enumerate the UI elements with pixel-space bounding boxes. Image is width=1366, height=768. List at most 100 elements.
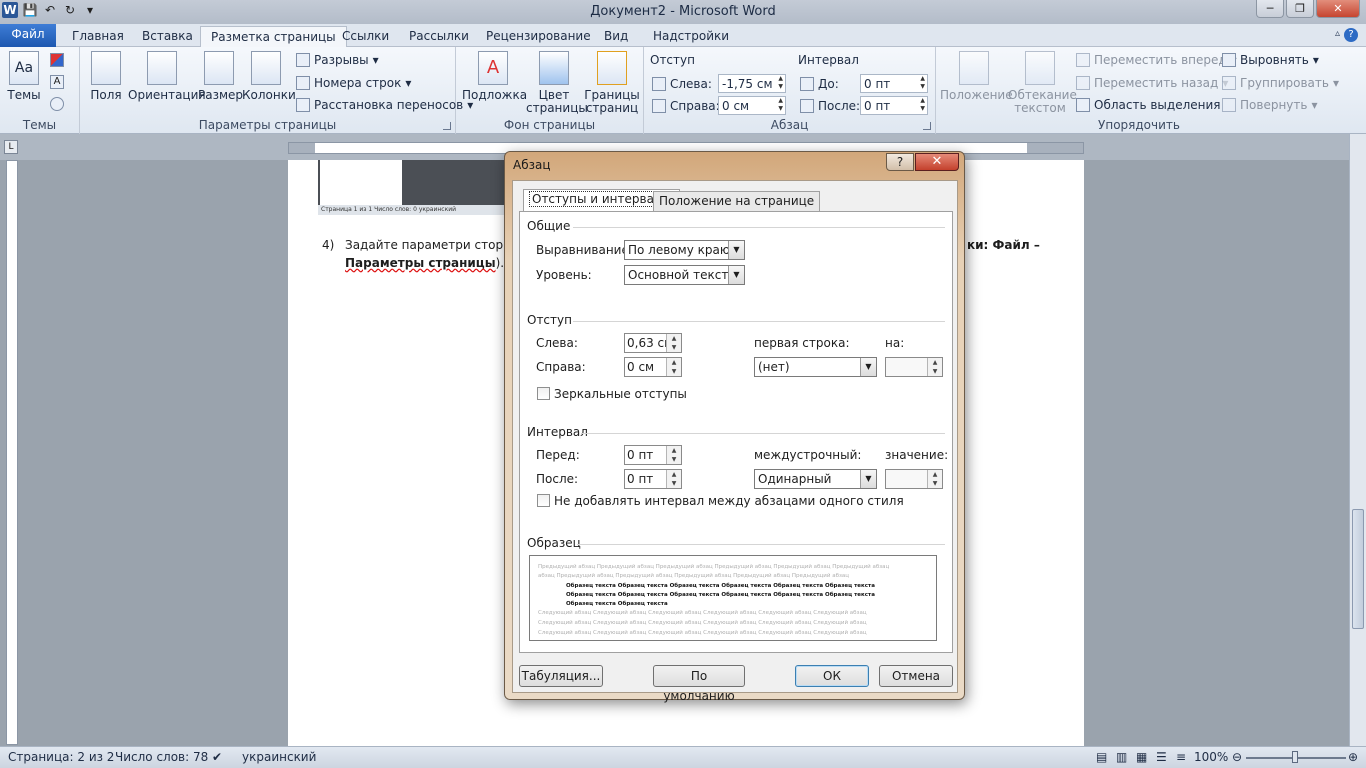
full-screen-reading-icon[interactable]: ▥: [1116, 750, 1127, 764]
word-count[interactable]: Число слов: 78: [115, 750, 208, 764]
mirror-indents-label: Зеркальные отступы: [554, 387, 687, 401]
hyphenation-button[interactable]: Расстановка переносов ▾: [296, 98, 473, 112]
spinner-icon: ▲ ▼: [666, 358, 681, 376]
spacing-after-label: После:: [536, 472, 579, 486]
theme-colors-icon[interactable]: [50, 53, 64, 67]
cancel-button[interactable]: Отмена: [879, 665, 953, 687]
tab-addins[interactable]: Надстройки: [643, 26, 739, 47]
page-setup-launcher-icon[interactable]: [443, 122, 451, 130]
zoom-slider-thumb[interactable]: [1292, 751, 1298, 763]
send-backward-button[interactable]: Переместить назад▾: [1076, 76, 1228, 90]
close-button[interactable]: ✕: [1316, 0, 1360, 18]
page-borders-button[interactable]: Границы страниц: [584, 51, 640, 115]
help-icon[interactable]: ?: [1344, 28, 1358, 42]
maximize-button[interactable]: ❐: [1286, 0, 1314, 18]
margins-button[interactable]: Поля: [88, 51, 124, 102]
page-color-icon: [539, 51, 569, 85]
selection-pane-button[interactable]: Область выделения: [1076, 98, 1221, 112]
zoom-in-icon[interactable]: ⊕: [1348, 750, 1358, 764]
tab-references[interactable]: Ссылки: [332, 26, 399, 47]
alignment-select[interactable]: По левому краю ▼: [624, 240, 745, 260]
tabs-button[interactable]: Табуляция...: [519, 665, 603, 687]
level-select[interactable]: Основной текст ▼: [624, 265, 745, 285]
columns-button[interactable]: Колонки: [242, 51, 296, 102]
indent-right-input[interactable]: 0 см ▲ ▼: [624, 357, 682, 377]
margins-icon: [91, 51, 121, 85]
rotate-button[interactable]: Повернуть ▾: [1222, 98, 1317, 112]
group-themes: Aa Темы A Темы: [0, 47, 80, 134]
line-spacing-select[interactable]: Одинарный ▼: [754, 469, 877, 489]
first-line-select[interactable]: (нет) ▼: [754, 357, 877, 377]
web-layout-icon[interactable]: ▦: [1136, 750, 1147, 764]
tab-file[interactable]: Файл: [0, 24, 56, 47]
tab-mailings[interactable]: Рассылки: [399, 26, 479, 47]
bring-forward-button[interactable]: Переместить вперед▾: [1076, 53, 1237, 67]
watermark-button[interactable]: A Подложка: [462, 51, 527, 102]
align-icon: [1222, 53, 1236, 67]
language[interactable]: украинский: [242, 750, 316, 764]
spacing-after-icon: [800, 98, 814, 113]
spinner-icon: ▲ ▼: [927, 470, 942, 488]
ribbon-spacing-after-input[interactable]: 0 пт: [860, 96, 928, 115]
section-general: Общие: [527, 219, 571, 233]
size-button[interactable]: Размер: [198, 51, 243, 102]
at-input[interactable]: ▲ ▼: [885, 469, 943, 489]
list-item-line2: Параметры страницы).: [345, 256, 505, 270]
line-numbers-icon: [296, 76, 310, 90]
chevron-down-icon: ▼: [860, 358, 876, 376]
ok-button[interactable]: ОК: [795, 665, 869, 687]
zoom-out-icon[interactable]: ⊖: [1232, 750, 1242, 764]
ribbon-spacing-before-input[interactable]: 0 пт: [860, 74, 928, 93]
by-input[interactable]: ▲ ▼: [885, 357, 943, 377]
size-icon: [204, 51, 234, 85]
dialog-title: Абзац: [513, 158, 551, 172]
minimize-button[interactable]: ─: [1256, 0, 1284, 18]
dialog-body: Отступы и интервалы Положение на страниц…: [512, 180, 958, 703]
print-layout-icon[interactable]: ▤: [1096, 750, 1107, 764]
minimize-ribbon-icon[interactable]: ▵: [1335, 28, 1340, 39]
no-space-checkbox[interactable]: [537, 494, 550, 507]
vertical-scrollbar[interactable]: [1349, 134, 1366, 746]
themes-icon: Aa: [9, 51, 39, 85]
theme-effects-icon[interactable]: [50, 97, 64, 111]
group-button[interactable]: Группировать ▾: [1222, 76, 1339, 90]
paragraph-launcher-icon[interactable]: [923, 122, 931, 130]
embedded-screenshot: Страница 1 из 1 Число слов: 0 украинский: [318, 160, 508, 215]
align-button[interactable]: Выровнять ▾: [1222, 53, 1319, 67]
bring-forward-icon: [1076, 53, 1090, 67]
ribbon-indent-right-input[interactable]: 0 см: [718, 96, 786, 115]
set-default-button[interactable]: По умолчанию: [653, 665, 745, 703]
orientation-button[interactable]: Ориентация: [128, 51, 206, 102]
tab-home[interactable]: Главная: [62, 26, 134, 47]
tab-view[interactable]: Вид: [594, 26, 638, 47]
spelling-icon[interactable]: ✔: [212, 750, 222, 764]
draft-icon[interactable]: ≡: [1176, 750, 1186, 764]
outline-icon[interactable]: ☰: [1156, 750, 1167, 764]
page-color-button[interactable]: Цвет страницы: [526, 51, 588, 115]
zoom-level[interactable]: 100%: [1194, 750, 1228, 764]
position-button[interactable]: Положение: [940, 51, 1013, 102]
line-numbers-button[interactable]: Номера строк ▾: [296, 76, 411, 90]
vertical-ruler[interactable]: [6, 160, 18, 745]
breaks-button[interactable]: Разрывы ▾: [296, 53, 379, 67]
dialog-help-button[interactable]: ?: [886, 153, 914, 171]
page-count[interactable]: Страница: 2 из 2: [8, 750, 114, 764]
group-arrange: Положение Обтекание текстом Переместить …: [940, 51, 1340, 132]
scrollbar-thumb[interactable]: [1352, 509, 1364, 629]
tab-line-page-breaks[interactable]: Положение на странице: [653, 191, 821, 211]
spacing-after-input[interactable]: 0 пт ▲ ▼: [624, 469, 682, 489]
mirror-indents-checkbox[interactable]: [537, 387, 550, 400]
status-bar: Страница: 2 из 2 Число слов: 78 ✔ украин…: [0, 746, 1366, 768]
wrap-text-button[interactable]: Обтекание текстом: [1008, 51, 1077, 115]
themes-button[interactable]: Aa Темы: [6, 51, 42, 102]
dialog-close-button[interactable]: ✕: [915, 153, 959, 171]
theme-fonts-icon[interactable]: A: [50, 75, 64, 89]
spacing-before-input[interactable]: 0 пт ▲ ▼: [624, 445, 682, 465]
tab-page-layout[interactable]: Разметка страницы: [200, 26, 347, 48]
ribbon-indent-left-input[interactable]: -1,75 см: [718, 74, 786, 93]
indent-left-input[interactable]: 0,63 см ▲ ▼: [624, 333, 682, 353]
spacing-header: Интервал: [798, 53, 859, 67]
tab-selector-icon[interactable]: L: [4, 140, 18, 154]
tab-insert[interactable]: Вставка: [132, 26, 203, 47]
tab-review[interactable]: Рецензирование: [476, 26, 601, 47]
